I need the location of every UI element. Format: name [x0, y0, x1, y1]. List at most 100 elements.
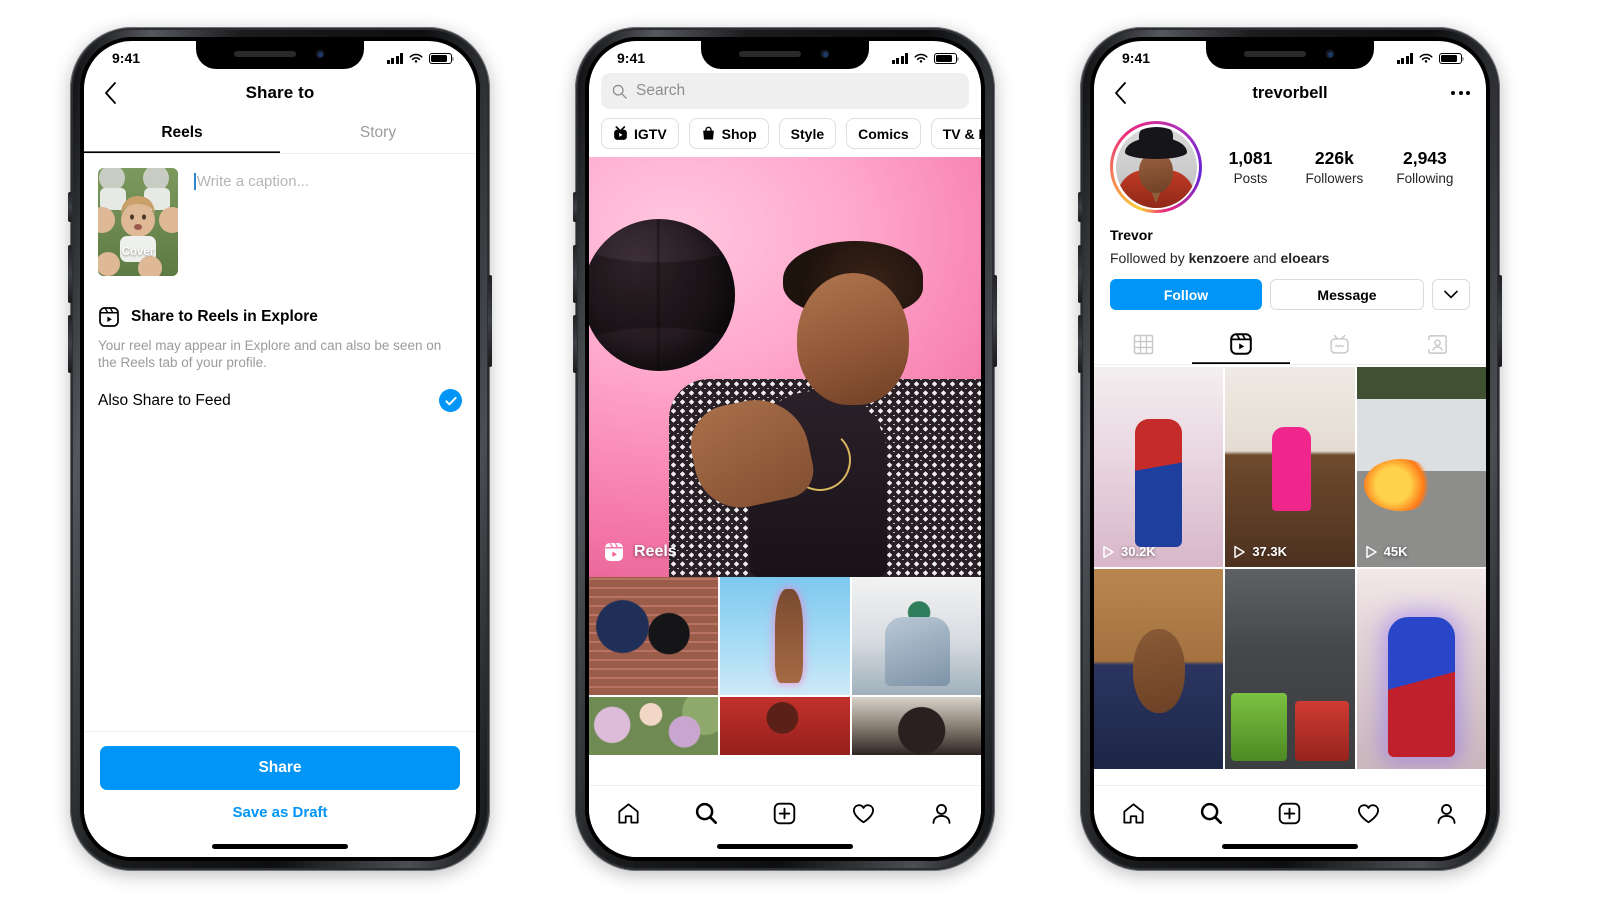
igtv-icon: [1329, 334, 1349, 354]
chip-label: Comics: [858, 125, 909, 142]
also-share-to-feed-row[interactable]: Also Share to Feed: [98, 371, 462, 412]
more-options-button[interactable]: [1432, 279, 1470, 310]
share-to-explore-section: Share to Reels in Explore Your reel may …: [84, 276, 476, 412]
category-chip-row[interactable]: IGTV Shop Style Comics TV & Movies: [589, 118, 981, 157]
silent-switch[interactable]: [573, 192, 577, 222]
speaker-grille: [739, 51, 801, 57]
followed-by-middle: and: [1249, 250, 1281, 266]
profile-tab-reels[interactable]: [1192, 324, 1290, 364]
tab-search[interactable]: [1192, 796, 1232, 830]
volume-up-button[interactable]: [1078, 245, 1082, 303]
view-count-value: 45K: [1383, 544, 1408, 559]
explore-hero-post[interactable]: Reels: [589, 157, 981, 577]
more-horizontal-icon[interactable]: [1451, 91, 1470, 95]
chip-shop[interactable]: Shop: [688, 118, 769, 149]
volume-down-button[interactable]: [1078, 315, 1082, 373]
profile-content-tabs: [1094, 324, 1486, 365]
tab-home[interactable]: [1113, 796, 1153, 830]
reel-tile[interactable]: [1356, 569, 1486, 769]
chevron-down-icon: [1444, 290, 1458, 299]
hero-head: [797, 273, 909, 405]
caption-placeholder: Write a caption...: [196, 173, 310, 190]
reel-tile[interactable]: [1094, 569, 1224, 769]
silent-switch[interactable]: [1078, 192, 1082, 222]
chip-tv-and-movies[interactable]: TV & Movies: [930, 118, 981, 149]
cover-label: Cover: [121, 246, 155, 258]
stat-followers[interactable]: 226k Followers: [1305, 148, 1363, 186]
followed-by-first[interactable]: kenzoere: [1189, 250, 1250, 266]
follow-button[interactable]: Follow: [1110, 279, 1262, 310]
volume-up-button[interactable]: [68, 245, 72, 303]
save-as-draft-button[interactable]: Save as Draft: [100, 804, 460, 857]
explore-tile[interactable]: [720, 577, 850, 695]
profile-tab-grid[interactable]: [1094, 324, 1192, 364]
explore-tile[interactable]: [720, 697, 850, 755]
profile-tab-igtv[interactable]: [1290, 324, 1388, 364]
tab-create[interactable]: [765, 796, 805, 830]
reel-tile[interactable]: 37.3K: [1225, 367, 1355, 567]
explore-tile[interactable]: [851, 577, 981, 695]
volume-down-button[interactable]: [573, 315, 577, 373]
reel-tile[interactable]: [1225, 569, 1355, 769]
reel-tile[interactable]: 45K: [1356, 367, 1486, 567]
message-button[interactable]: Message: [1270, 279, 1424, 310]
search-input[interactable]: Search: [601, 73, 969, 109]
search-icon: [612, 84, 627, 99]
home-indicator[interactable]: [717, 844, 853, 849]
stat-following[interactable]: 2,943 Following: [1396, 148, 1453, 186]
chip-igtv[interactable]: IGTV: [601, 118, 679, 149]
back-button[interactable]: [98, 81, 122, 105]
tab-reels[interactable]: Reels: [84, 115, 280, 153]
profile-action-buttons: Follow Message: [1094, 266, 1486, 310]
stat-number: 226k: [1314, 148, 1354, 168]
status-indicators: [1396, 52, 1464, 64]
cellular-bars-icon: [1396, 53, 1413, 64]
followed-by-prefix: Followed by: [1110, 250, 1189, 266]
explore-description: Your reel may appear in Explore and can …: [98, 338, 442, 370]
share-button[interactable]: Share: [100, 746, 460, 790]
followed-by-second[interactable]: eloears: [1280, 250, 1329, 266]
cellular-bars-icon: [386, 53, 403, 64]
avatar-hat: [1125, 136, 1187, 159]
tab-create[interactable]: [1270, 796, 1310, 830]
heart-icon: [1357, 803, 1379, 823]
power-button[interactable]: [993, 275, 997, 367]
view-count: 37.3K: [1233, 544, 1287, 559]
explore-tile[interactable]: [589, 697, 719, 755]
view-count: 30.2K: [1102, 544, 1156, 559]
tab-home[interactable]: [608, 796, 648, 830]
volume-down-button[interactable]: [68, 315, 72, 373]
home-indicator[interactable]: [212, 844, 348, 849]
avatar-face: [1139, 152, 1173, 193]
volume-up-button[interactable]: [573, 245, 577, 303]
caption-input[interactable]: Write a caption...: [178, 168, 462, 276]
stat-label: Posts: [1233, 171, 1268, 186]
tab-story[interactable]: Story: [280, 115, 476, 153]
cover-thumbnail[interactable]: Cover: [98, 168, 178, 276]
tab-profile[interactable]: [1427, 796, 1467, 830]
power-button[interactable]: [488, 275, 492, 367]
chip-style[interactable]: Style: [778, 118, 837, 149]
profile-tab-tagged[interactable]: [1388, 324, 1486, 364]
reels-icon: [605, 542, 623, 561]
explore-tile[interactable]: [851, 697, 981, 755]
view-count-value: 37.3K: [1252, 544, 1288, 559]
chip-comics[interactable]: Comics: [846, 118, 921, 149]
page-title: Share to: [245, 83, 315, 102]
reel-tile[interactable]: 30.2K: [1094, 367, 1224, 567]
tab-profile[interactable]: [922, 796, 962, 830]
check-circle-icon[interactable]: [439, 389, 462, 412]
back-button[interactable]: [1108, 81, 1132, 105]
silent-switch[interactable]: [68, 192, 72, 222]
phone-1-screen: 9:41 Share to Reels Story Cover Write a …: [84, 41, 476, 857]
stat-posts[interactable]: 1,081 Posts: [1229, 148, 1273, 186]
avatar[interactable]: [1110, 121, 1202, 213]
tab-search[interactable]: [687, 796, 727, 830]
power-button[interactable]: [1498, 275, 1502, 367]
explore-tile[interactable]: [589, 577, 719, 695]
share-destination-tabs: Reels Story: [84, 115, 476, 154]
view-count-value: 30.2K: [1121, 544, 1156, 559]
tab-activity[interactable]: [843, 796, 883, 830]
home-indicator[interactable]: [1222, 844, 1358, 849]
tab-activity[interactable]: [1348, 796, 1388, 830]
